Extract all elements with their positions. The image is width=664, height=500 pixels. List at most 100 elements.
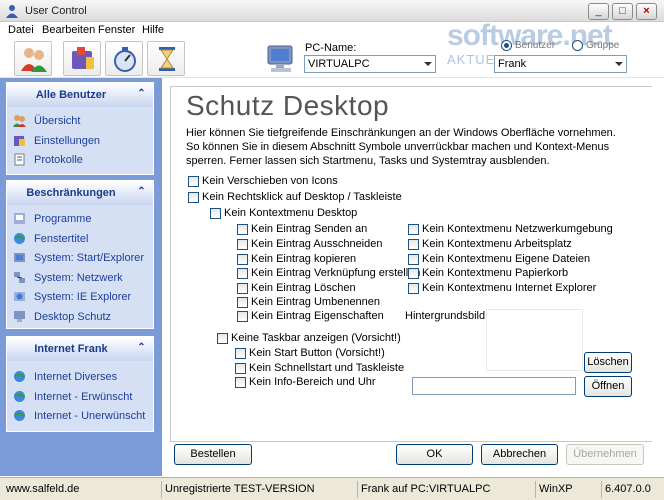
checkbox-box[interactable] [235, 376, 246, 388]
sidebar-item-network[interactable]: System: Netzwerk [7, 268, 153, 288]
sidebar-item-programs[interactable]: Programme [7, 209, 153, 229]
chevron-up-icon[interactable]: ⌃ [136, 343, 147, 354]
status-version: 6.407.0.0 [601, 481, 662, 498]
no-entry-shortcut-checkbox[interactable]: Kein Eintrag Verknüpfung erstellen [237, 267, 420, 279]
page-description: Hier können Sie tiefgreifende Einschränk… [186, 127, 616, 167]
tools-button[interactable] [63, 41, 101, 76]
no-move-icons-checkbox[interactable]: Kein Verschieben von Icons [188, 175, 338, 187]
no-context-mydocuments-checkbox[interactable]: Kein Kontextmenu Eigene Dateien [408, 253, 590, 265]
panel-restrictions: Beschränkungen ⌃ Programme Fenstertitel … [6, 180, 154, 329]
pc-name-select[interactable]: VIRTUALPC [304, 55, 436, 73]
close-button[interactable]: × [636, 3, 657, 20]
scope-group-label: Gruppe [586, 40, 620, 51]
checkbox-box[interactable] [237, 253, 248, 265]
panel-title: Alle Benutzer [35, 89, 107, 101]
panel-header[interactable]: Alle Benutzer ⌃ [7, 83, 153, 107]
sidebar-item-logs[interactable]: Protokolle [7, 150, 153, 170]
delete-button[interactable]: Löschen [584, 352, 632, 373]
checkbox-box[interactable] [408, 238, 419, 250]
checkbox-box[interactable] [188, 175, 199, 187]
page-title: Schutz Desktop [186, 90, 390, 121]
sidebar-item-label: Internet - Erwünscht [34, 390, 133, 403]
no-entry-properties-checkbox[interactable]: Kein Eintrag Eigenschaften [237, 310, 384, 322]
panel-title: Internet Frank [34, 343, 108, 355]
no-context-mycomputer-checkbox[interactable]: Kein Kontextmenu Arbeitsplatz [408, 238, 572, 250]
checkbox-box[interactable] [408, 223, 419, 235]
no-entry-send-to-checkbox[interactable]: Kein Eintrag Senden an [237, 223, 367, 235]
checkbox-label: Kein Info-Bereich und Uhr [249, 376, 376, 388]
ok-button[interactable]: OK [396, 444, 473, 465]
checkbox-box[interactable] [408, 267, 419, 279]
checkbox-box[interactable] [237, 238, 248, 250]
no-entry-cut-checkbox[interactable]: Kein Eintrag Ausschneiden [237, 238, 382, 250]
checkbox-label: Kein Schnellstart und Taskleiste [249, 362, 405, 374]
no-entry-delete-checkbox[interactable]: Kein Eintrag Löschen [237, 282, 356, 294]
no-context-desktop-checkbox[interactable]: Kein Kontextmenu Desktop [210, 207, 357, 219]
checkbox-label: Kein Eintrag Eigenschaften [251, 310, 384, 322]
timer-button[interactable] [105, 41, 143, 76]
chevron-down-icon [424, 62, 432, 66]
checkbox-box[interactable] [237, 223, 248, 235]
tools-icon [72, 47, 94, 69]
sidebar-item-internet-misc[interactable]: Internet Diverses [7, 367, 153, 387]
sidebar-item-label: Internet - Unerwünscht [34, 410, 146, 422]
no-taskbar-checkbox[interactable]: Keine Taskbar anzeigen (Vorsicht!) [217, 332, 401, 344]
no-entry-rename-checkbox[interactable]: Kein Eintrag Umbenennen [237, 296, 380, 308]
background-path-input[interactable] [412, 377, 576, 395]
no-context-network-checkbox[interactable]: Kein Kontextmenu Netzwerkumgebung [408, 223, 613, 235]
checkbox-box[interactable] [235, 362, 246, 374]
no-context-recyclebin-checkbox[interactable]: Kein Kontextmenu Papierkorb [408, 267, 568, 279]
scope-group-radio[interactable] [572, 40, 583, 51]
panel-header[interactable]: Beschränkungen ⌃ [7, 181, 153, 205]
sidebar-item-desktop-protection[interactable]: Desktop Schutz [7, 307, 153, 327]
no-start-button-checkbox[interactable]: Kein Start Button (Vorsicht!) [235, 347, 385, 359]
menu-bearbeiten[interactable]: Bearbeiten [42, 24, 95, 36]
sidebar-item-ie-explorer[interactable]: System: IE Explorer [7, 287, 153, 307]
checkbox-label: Kein Kontextmenu Papierkorb [422, 267, 569, 279]
sidebar-item-start-explorer[interactable]: System: Start/Explorer [7, 248, 153, 268]
checkbox-label: Kein Eintrag Umbenennen [251, 296, 381, 308]
no-context-ie-checkbox[interactable]: Kein Kontextmenu Internet Explorer [408, 282, 596, 294]
checkbox-box[interactable] [235, 347, 246, 359]
checkbox-box[interactable] [237, 296, 248, 308]
menu-datei[interactable]: Datei [8, 24, 34, 36]
checkbox-label: Kein Start Button (Vorsicht!) [249, 347, 385, 359]
chevron-up-icon[interactable]: ⌃ [136, 89, 147, 100]
no-rightclick-checkbox[interactable]: Kein Rechtsklick auf Desktop / Taskleist… [188, 191, 402, 203]
checkbox-box[interactable] [408, 253, 419, 265]
user-select[interactable]: Frank [494, 55, 627, 73]
window-title: User Control [25, 5, 87, 17]
no-quicklaunch-checkbox[interactable]: Kein Schnellstart und Taskleiste [235, 362, 404, 374]
checkbox-label: Kein Verschieben von Icons [202, 175, 338, 187]
sidebar-item-window-title[interactable]: Fenstertitel [7, 229, 153, 249]
menu-hilfe[interactable]: Hilfe [142, 24, 164, 36]
checkbox-box[interactable] [210, 207, 221, 219]
apply-button[interactable]: Übernehmen [566, 444, 644, 465]
checkbox-box[interactable] [237, 282, 248, 294]
cancel-button[interactable]: Abbrechen [481, 444, 558, 465]
checkbox-box[interactable] [237, 267, 248, 279]
sidebar-item-overview[interactable]: Übersicht [7, 111, 153, 131]
time-limit-button[interactable] [147, 41, 185, 76]
sidebar-item-internet-allowed[interactable]: Internet - Erwünscht [7, 387, 153, 407]
checkbox-box[interactable] [408, 282, 419, 294]
users-button[interactable] [14, 41, 52, 76]
maximize-button[interactable]: □ [612, 3, 633, 20]
checkbox-box[interactable] [188, 191, 199, 203]
checkbox-box[interactable] [217, 332, 228, 344]
minimize-button[interactable]: _ [588, 3, 609, 20]
chevron-up-icon[interactable]: ⌃ [136, 187, 147, 198]
background-image-preview [486, 309, 583, 371]
sidebar-item-settings[interactable]: Einstellungen [7, 131, 153, 151]
order-button[interactable]: Bestellen [174, 444, 252, 465]
panel-header[interactable]: Internet Frank ⌃ [7, 337, 153, 361]
sidebar-item-internet-blocked[interactable]: Internet - Unerwünscht [7, 406, 153, 426]
menu-fenster[interactable]: Fenster [98, 24, 135, 36]
no-tray-clock-checkbox[interactable]: Kein Info-Bereich und Uhr [235, 376, 376, 388]
no-entry-copy-checkbox[interactable]: Kein Eintrag kopieren [237, 253, 356, 265]
status-license: Unregistrierte TEST-VERSION [161, 481, 357, 498]
settings-icon [14, 135, 25, 146]
checkbox-box[interactable] [237, 310, 248, 322]
open-button[interactable]: Öffnen [584, 376, 632, 397]
scope-user-radio[interactable] [501, 40, 512, 51]
